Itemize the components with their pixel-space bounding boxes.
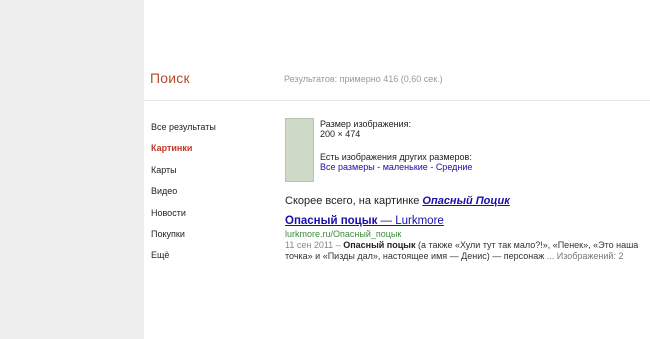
sidebar-item-shopping[interactable]: Покупки (151, 227, 261, 248)
result-date: 11 сен 2011 – (285, 240, 344, 250)
best-guess-query-link[interactable]: Опасный Поцик (422, 195, 509, 207)
snippet-line-2: точка» и «Пизды дал», настоящее имя — Де… (285, 251, 645, 262)
size-links: Все размеры - маленькие - Средние (320, 162, 472, 172)
all-sizes-link[interactable]: Все размеры (320, 162, 375, 172)
sidebar-item-all-results[interactable]: Все результаты (151, 120, 261, 141)
search-result: Опасный поцык — Lurkmore lurkmore.ru/Опа… (285, 215, 645, 262)
best-guess-prefix: Скорее всего, на картинке (285, 195, 423, 207)
header-divider (144, 100, 650, 101)
query-image-thumbnail[interactable] (285, 118, 314, 182)
image-size-value: 200 × 474 (320, 129, 361, 139)
results-content: Размер изображения: 200 × 474 Есть изобр… (285, 116, 645, 261)
search-title[interactable]: Поиск (150, 70, 190, 86)
link-separator: - (374, 162, 383, 172)
sidebar-nav: Все результаты Картинки Карты Видео Ново… (151, 120, 261, 270)
image-info-text: Размер изображения: 200 × 474 Есть изобр… (320, 119, 472, 172)
sidebar-item-more[interactable]: Ещё (151, 248, 261, 269)
snippet-line1-rest: (а также «Хули тут так мало?!», «Пенек»,… (415, 240, 639, 250)
best-guess-line: Скорее всего, на картинке Опасный Поцик (285, 195, 510, 207)
small-sizes-link[interactable]: маленькие (383, 162, 428, 172)
result-url: lurkmore.ru/Опасный_поцык (285, 229, 402, 239)
sidebar-item-maps[interactable]: Карты (151, 163, 261, 184)
other-sizes-label: Есть изображения других размеров: (320, 152, 472, 162)
image-size-label: Размер изображения: (320, 119, 412, 129)
omitted-photo-region (0, 0, 144, 339)
image-info-block: Размер изображения: 200 × 474 Есть изобр… (285, 116, 645, 182)
images-count-link[interactable]: ... Изображений: 2 (547, 251, 624, 261)
sidebar-item-images[interactable]: Картинки (151, 141, 261, 162)
snippet-line-1: 11 сен 2011 – Опасный поцык (а также «Ху… (285, 240, 645, 251)
link-separator: - (427, 162, 436, 172)
result-title-bold[interactable]: Опасный поцык (285, 215, 377, 227)
results-stats: Результатов: примерно 416 (0,60 сек.) (284, 74, 443, 84)
result-snippet: 11 сен 2011 – Опасный поцык (а также «Ху… (285, 240, 645, 262)
result-title-rest[interactable]: — Lurkmore (377, 215, 444, 227)
sidebar-item-news[interactable]: Новости (151, 206, 261, 227)
snippet-line2-text: точка» и «Пизды дал», настоящее имя — Де… (285, 251, 547, 261)
snippet-bold: Опасный поцык (343, 240, 416, 250)
sidebar-item-video[interactable]: Видео (151, 184, 261, 205)
result-title-link[interactable]: Опасный поцык — Lurkmore (285, 215, 645, 227)
medium-sizes-link[interactable]: Средние (436, 162, 473, 172)
header: Поиск Результатов: примерно 416 (0,60 се… (144, 0, 650, 100)
